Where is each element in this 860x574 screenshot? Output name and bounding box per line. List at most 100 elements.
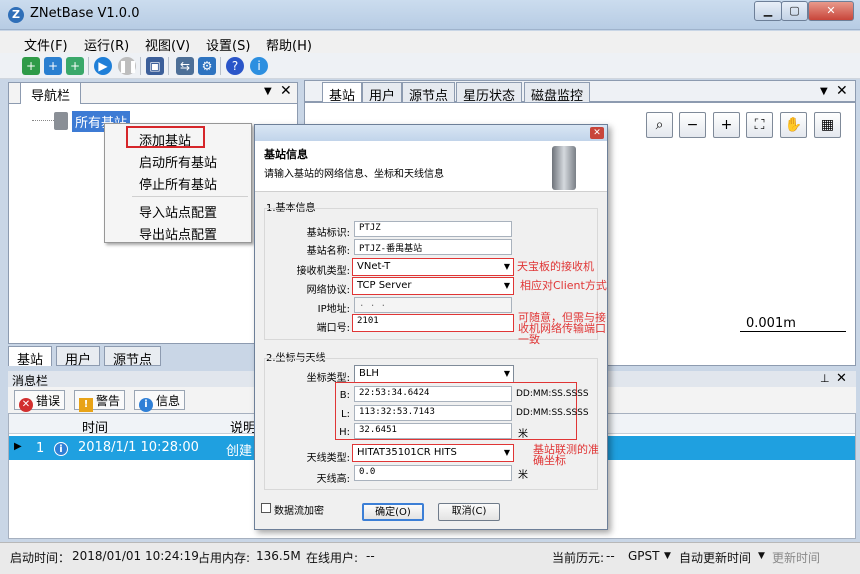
station-icon [54, 112, 68, 130]
add-user-icon[interactable]: + [44, 57, 62, 75]
ip-label: IP地址: [317, 304, 350, 315]
menu-view[interactable]: 视图(V) [145, 35, 190, 54]
cancel-button[interactable]: 取消(C) [438, 503, 500, 521]
tab-main-disk[interactable]: 磁盘监控 [524, 82, 591, 104]
col-time[interactable]: 时间 [82, 417, 108, 436]
menu-help[interactable]: 帮助(H) [266, 35, 312, 54]
port-input[interactable]: 2101 [352, 314, 514, 332]
filter-warning-label: 警告 [96, 394, 121, 408]
ip-input[interactable]: . . . [354, 297, 512, 313]
receiver-type-label: 接收机类型: [296, 266, 350, 277]
toggle-icon[interactable]: ⇆ [176, 57, 194, 75]
menu-file[interactable]: 文件(F) [24, 35, 68, 54]
dropdown-icon: ▼ [503, 281, 510, 290]
minimize-button[interactable]: ▁ [754, 1, 782, 21]
filter-error-button[interactable]: ✕ 错误 [14, 390, 66, 412]
tab-main-ephemeris[interactable]: 星历状态 [456, 82, 523, 104]
coord-type-select[interactable]: BLH ▼ [354, 365, 514, 383]
menu-settings[interactable]: 设置(S) [206, 35, 250, 54]
dropdown-icon: ▼ [503, 448, 510, 457]
close-window-button[interactable]: ✕ [808, 1, 854, 21]
close-icon[interactable]: ✕ [280, 83, 292, 99]
time-system-select[interactable]: GPST [628, 549, 659, 563]
antenna-height-unit: 米 [518, 470, 528, 481]
toolbar-separator [220, 57, 221, 75]
h-input[interactable]: 32.6451 [354, 423, 512, 439]
toolbar-separator [168, 57, 169, 75]
close-icon[interactable]: ✕ [836, 83, 848, 99]
app-logo-icon: Z [8, 7, 24, 23]
b-input[interactable]: 22:53:34.6424 [354, 386, 512, 402]
zoom-out-icon[interactable]: − [679, 112, 706, 138]
error-icon: ✕ [19, 398, 33, 412]
dropdown-icon[interactable]: ▼ [820, 86, 828, 97]
tab-main-user[interactable]: 用户 [362, 82, 403, 104]
tab-station[interactable]: 基站 [8, 346, 53, 368]
dropdown-icon[interactable]: ▼ [758, 551, 765, 561]
start-time-label: 启动时间： [10, 551, 71, 565]
station-name-input[interactable]: PTJZ-番禺基站 [354, 239, 512, 255]
auto-update-toggle[interactable]: 自动更新时间 [679, 549, 751, 566]
dialog-close-button[interactable]: ✕ [590, 127, 604, 139]
ctx-import[interactable]: 导入站点配置 [139, 202, 217, 221]
filter-info-button[interactable]: i 信息 [134, 390, 186, 412]
tab-main-source[interactable]: 源节点 [402, 82, 456, 104]
pan-hand-icon[interactable]: ✋ [780, 112, 807, 138]
add-source-icon[interactable]: + [66, 57, 84, 75]
close-icon[interactable]: ✕ [836, 371, 847, 386]
dropdown-icon[interactable]: ▼ [264, 86, 272, 97]
h-label: H: [339, 427, 350, 438]
antenna-height-input[interactable]: 0.0 [354, 465, 512, 481]
grid-icon[interactable]: ▦ [814, 112, 841, 138]
fit-extent-icon[interactable]: ⛶ [746, 112, 773, 138]
protocol-value: TCP Server [357, 280, 412, 291]
note-coords: 基站联测的准确坐标 [533, 443, 599, 467]
window-icon[interactable]: ▣ [146, 57, 164, 75]
toolbar-separator [140, 57, 141, 75]
highlight-box [126, 126, 205, 148]
receiver-device-icon [552, 146, 576, 190]
online-users-value: -- [366, 549, 375, 563]
receiver-type-select[interactable]: VNet-T ▼ [352, 258, 514, 276]
protocol-label: 网络协议: [306, 285, 350, 296]
station-id-input[interactable]: PTJZ [354, 221, 512, 237]
l-input[interactable]: 113:32:53.7143 [354, 405, 512, 421]
tab-main-station[interactable]: 基站 [322, 82, 363, 104]
scale-label: 0.001m [746, 316, 796, 331]
play-icon[interactable]: ▶ [94, 57, 112, 75]
toolbar-separator [88, 57, 89, 75]
tab-source[interactable]: 源节点 [104, 346, 162, 368]
l-label: L: [341, 409, 350, 420]
info-icon[interactable]: i [250, 57, 268, 75]
warning-icon: ! [79, 398, 93, 412]
zoom-in-icon[interactable]: + [713, 112, 740, 138]
antenna-type-select[interactable]: HITAT35101CR HITS ▼ [352, 444, 514, 462]
station-name-label: 基站名称: [306, 246, 350, 257]
pin-icon[interactable]: ⊥ [820, 372, 830, 385]
antenna-type-value: HITAT35101CR HITS [357, 447, 457, 458]
gear-icon[interactable]: ⚙ [198, 57, 216, 75]
receiver-type-value: VNet-T [357, 261, 391, 272]
encrypt-checkbox[interactable] [261, 503, 271, 513]
filter-warning-button[interactable]: ! 警告 [74, 390, 126, 412]
zoom-box-icon[interactable]: ⌕ [646, 112, 673, 138]
ctx-export[interactable]: 导出站点配置 [139, 224, 217, 243]
pause-icon[interactable]: ❚❚ [118, 57, 138, 75]
col-desc[interactable]: 说明 [230, 417, 256, 436]
menu-run[interactable]: 运行(R) [84, 35, 129, 54]
help-icon[interactable]: ? [226, 57, 244, 75]
tab-user[interactable]: 用户 [56, 346, 101, 368]
ctx-stop-all[interactable]: 停止所有基站 [139, 174, 217, 193]
row-pointer-icon: ▶ [14, 441, 22, 452]
note-receiver: 天宝板的接收机 [517, 260, 594, 273]
update-time-button[interactable]: 更新时间 [772, 549, 820, 566]
h-unit: 米 [518, 429, 528, 440]
add-station-icon[interactable]: + [22, 57, 40, 75]
row-time: 2018/1/1 10:28:00 [78, 440, 199, 455]
protocol-select[interactable]: TCP Server ▼ [352, 277, 514, 295]
ok-button[interactable]: 确定(O) [362, 503, 424, 521]
row-number: 1 [36, 441, 45, 456]
maximize-button[interactable]: ▢ [781, 1, 808, 21]
ctx-start-all[interactable]: 启动所有基站 [139, 152, 217, 171]
dropdown-icon[interactable]: ▼ [664, 551, 671, 561]
